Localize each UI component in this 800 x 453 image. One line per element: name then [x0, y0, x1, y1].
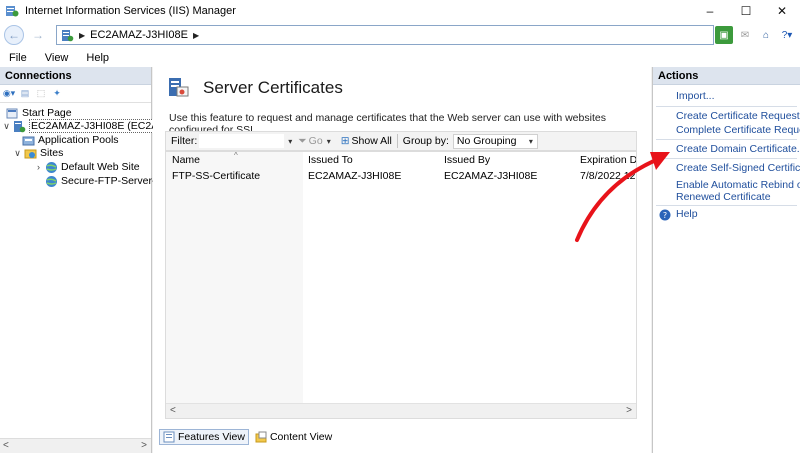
connections-header: Connections: [0, 67, 151, 85]
action-enable-automatic-rebind-line2[interactable]: Renewed Certificate: [676, 192, 771, 203]
tree-item-secure-ftp-server[interactable]: Secure-FTP-Server-01: [45, 174, 167, 188]
tree-item-default-web-site[interactable]: › Default Web Site: [34, 160, 140, 174]
tab-features-view[interactable]: Features View: [159, 429, 249, 445]
column-header-name[interactable]: Name ^: [172, 152, 238, 166]
group-by-label: Group by:: [402, 135, 449, 147]
breadcrumb-chevron-icon[interactable]: ▶: [193, 31, 199, 40]
main-content: Server Certificates Use this feature to …: [153, 67, 651, 453]
tree-item-application-pools[interactable]: Application Pools: [22, 133, 119, 147]
scroll-right-icon[interactable]: >: [141, 440, 147, 451]
column-header-issued-by[interactable]: Issued By: [444, 154, 490, 166]
action-separator: [656, 158, 797, 159]
help-icon: ?: [659, 209, 671, 221]
action-separator: [656, 139, 797, 140]
column-header-issued-to[interactable]: Issued To: [308, 154, 353, 166]
globe-icon: [46, 175, 57, 187]
view-tabs: Features View Content View: [159, 429, 338, 445]
connections-pane: Connections ◉▾ ▤ ⬚ ✦ Start Page ∨ EC2AMA…: [0, 67, 183, 453]
funnel-icon: ⏷: [298, 134, 307, 147]
help-dropdown-icon[interactable]: ?▾: [778, 26, 796, 44]
address-bar: ← → ▶ EC2AMAZ-J3HI08E ▶ ▣ ✉ ⌂ ?▾: [0, 22, 800, 48]
menu-bar: File View Help: [0, 48, 800, 67]
connections-toolbar: ◉▾ ▤ ⬚ ✦: [0, 85, 151, 103]
email-icon[interactable]: ✉: [736, 26, 754, 44]
forward-arrow-icon[interactable]: →: [28, 25, 48, 45]
action-enable-automatic-rebind[interactable]: Enable Automatic Rebind of: [676, 180, 800, 191]
cell-expiration: 7/8/2022 12:00: [580, 170, 636, 182]
action-create-domain-certificate[interactable]: Create Domain Certificate...: [676, 144, 800, 155]
action-separator: [656, 205, 797, 206]
cell-issued-by: EC2AMAZ-J3HI08E: [444, 170, 538, 182]
action-help[interactable]: Help: [676, 209, 698, 220]
server-icon: [62, 29, 74, 41]
toolbar-separator: [396, 134, 398, 148]
collapse-chevron-icon[interactable]: ∨: [13, 148, 22, 159]
menu-help[interactable]: Help: [77, 52, 118, 64]
svg-text:?: ?: [663, 211, 667, 220]
scroll-right-icon[interactable]: >: [626, 405, 632, 416]
start-page-icon: [6, 108, 18, 118]
action-create-certificate-request[interactable]: Create Certificate Request...: [676, 111, 800, 122]
features-view-icon: [163, 431, 175, 443]
collapse-chevron-icon[interactable]: ∨: [2, 121, 11, 132]
actions-pane: Actions Import... Create Certificate Req…: [652, 67, 800, 453]
filter-label: Filter:: [171, 135, 198, 147]
tree-item-start-page[interactable]: Start Page: [6, 106, 72, 120]
table-row[interactable]: FTP-SS-Certificate EC2AMAZ-J3HI08E EC2AM…: [166, 170, 636, 184]
expand-chevron-icon[interactable]: ›: [34, 162, 43, 172]
table-horizontal-scrollbar[interactable]: < >: [166, 403, 636, 418]
window-title: Internet Information Services (IIS) Mana…: [25, 5, 236, 17]
filter-bar: Filter: ▾ ⏷ Go ▾ ⊞ Show All Group by: No…: [165, 131, 637, 151]
maximize-button[interactable]: ☐: [728, 0, 764, 22]
actions-header: Actions: [653, 67, 800, 85]
connect-icon[interactable]: ▣: [715, 26, 733, 44]
tab-content-view[interactable]: Content View: [252, 429, 335, 445]
tree-item-sites[interactable]: ∨ Sites: [13, 146, 63, 160]
disconnect-icon[interactable]: ✦: [50, 87, 64, 101]
server-icon: [14, 120, 26, 132]
connections-horizontal-scrollbar[interactable]: < >: [0, 438, 151, 453]
back-arrow-icon[interactable]: ←: [4, 25, 24, 45]
scroll-left-icon[interactable]: <: [170, 405, 176, 416]
action-separator: [656, 106, 797, 107]
action-import[interactable]: Import...: [676, 91, 715, 102]
iis-app-icon: [6, 6, 19, 17]
cell-issued-to: EC2AMAZ-J3HI08E: [308, 170, 402, 182]
close-button[interactable]: ✕: [764, 0, 800, 22]
connect-globe-icon[interactable]: ◉▾: [2, 87, 16, 101]
filter-dropdown-icon[interactable]: ▾: [288, 137, 292, 146]
minimize-button[interactable]: –: [692, 0, 728, 22]
show-all-icon: ⊞: [340, 135, 350, 147]
go-button[interactable]: ⏷ Go ▾: [298, 135, 334, 148]
menu-view[interactable]: View: [36, 52, 78, 64]
scroll-left-icon[interactable]: <: [3, 440, 9, 451]
group-by-select[interactable]: No Grouping ▾: [452, 133, 538, 149]
cell-name: FTP-SS-Certificate: [172, 170, 261, 182]
save-icon[interactable]: ▤: [18, 87, 32, 101]
table-header: Name ^ Issued To Issued By Expiration Da…: [166, 152, 636, 168]
content-view-icon: [255, 431, 267, 443]
action-complete-certificate-request[interactable]: Complete Certificate Request...: [676, 125, 800, 136]
certificates-table: Name ^ Issued To Issued By Expiration Da…: [165, 151, 637, 419]
sort-ascending-icon: ^: [234, 151, 238, 160]
go-dropdown-icon: ▾: [326, 136, 331, 146]
filter-input[interactable]: [199, 134, 285, 148]
app-pool-icon: [22, 136, 35, 145]
server-certificates-icon: [169, 78, 189, 97]
home-icon[interactable]: ⌂: [757, 26, 775, 44]
breadcrumb-chevron-icon: ▶: [79, 30, 86, 40]
action-create-self-signed-certificate[interactable]: Create Self-Signed Certificate...: [676, 163, 800, 174]
sites-folder-icon: [24, 149, 37, 158]
up-icon[interactable]: ⬚: [34, 87, 48, 101]
title-bar: Internet Information Services (IIS) Mana…: [0, 0, 800, 22]
address-field[interactable]: ▶ EC2AMAZ-J3HI08E ▶: [56, 25, 714, 45]
column-header-expiration-date[interactable]: Expiration Date: [580, 154, 636, 166]
globe-icon: [46, 161, 57, 173]
chevron-down-icon: ▾: [528, 136, 533, 146]
address-path[interactable]: EC2AMAZ-J3HI08E: [90, 29, 188, 41]
page-title: Server Certificates: [203, 78, 343, 97]
show-all-button[interactable]: ⊞ Show All: [341, 135, 392, 147]
menu-file[interactable]: File: [0, 52, 36, 64]
